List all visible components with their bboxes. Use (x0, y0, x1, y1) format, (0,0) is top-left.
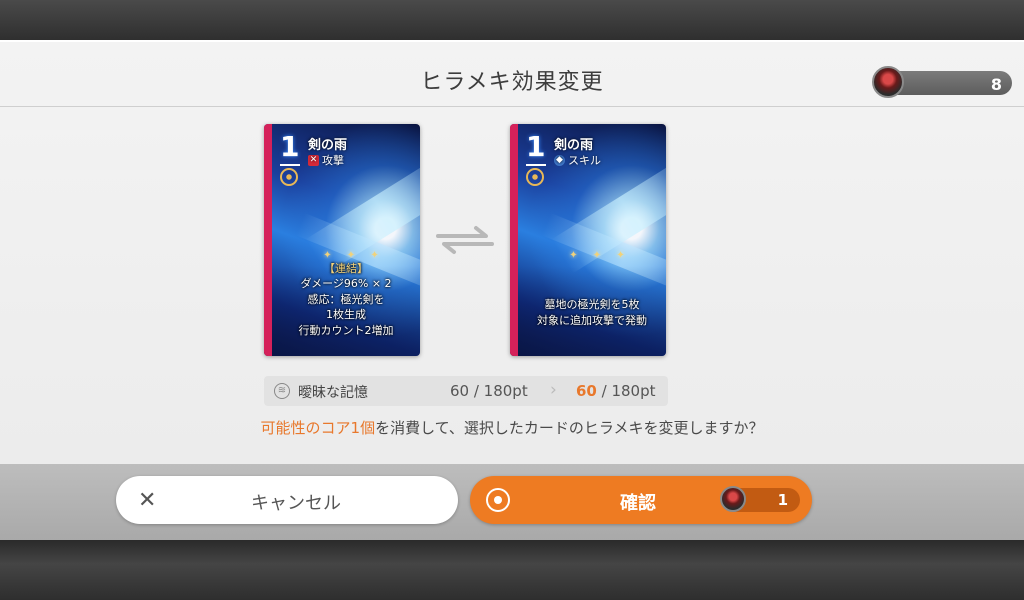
dialog-title: ヒラメキ効果変更 (420, 70, 604, 95)
card-desc-line: 墓地の極光剣を5枚 (544, 298, 640, 311)
card-name: 剣の雨 (554, 138, 594, 153)
confirm-question: 可能性のコア1個を消費して、選択したカードのヒラメキを変更しますか？ (0, 417, 1024, 438)
core-counter-bar: 8 (886, 71, 1012, 95)
card-description: 墓地の極光剣を5枚 対象に追加攻撃で発動 (520, 297, 664, 328)
chevron-right-icon: › (550, 380, 557, 400)
card-description: 【連結】 ダメージ96% × 2 感応：極光剣を 1枚生成 行動カウント2増加 (274, 261, 418, 339)
card-desc-line: ダメージ96% × 2 (300, 277, 392, 290)
memory-label: 曖昧な記憶 (298, 385, 368, 401)
skill-icon: ◆ (554, 154, 565, 166)
confirm-circle-icon (486, 488, 510, 512)
confirm-cost: 1 (720, 486, 800, 512)
sparkle-icon: ✦ ✦ ✦ (569, 250, 631, 261)
memory-after-current: 60 (576, 382, 597, 400)
memory-after: 60 / 180pt (576, 382, 656, 400)
cancel-button[interactable]: ✕ キャンセル (116, 476, 458, 524)
memory-after-max: / 180pt (596, 382, 656, 400)
core-counter: 8 (872, 66, 1012, 98)
card-before[interactable]: 1 剣の雨 ✕ 攻撃 ✦ ✦ ✦ 【連結】 ダメージ96% × 2 感応：極光剣… (264, 124, 420, 356)
card-cost: 1 (280, 130, 300, 163)
confirm-button[interactable]: 確認 1 (470, 476, 812, 524)
card-cost-underline (280, 164, 300, 166)
core-count: 8 (990, 75, 1002, 94)
card-after[interactable]: 1 剣の雨 ◆ スキル ✦ ✦ ✦ 墓地の極光剣を5枚 対象に追加攻撃で発動 (510, 124, 666, 356)
card-type: ◆ スキル (554, 152, 601, 168)
cancel-button-label: キャンセル (251, 493, 341, 514)
question-rest: を消費して、選択したカードのヒラメキを変更しますか？ (375, 419, 764, 437)
card-emblem-icon (526, 168, 544, 186)
core-icon (720, 486, 746, 512)
swap-arrow-icon (436, 226, 494, 254)
card-stripe (510, 124, 518, 356)
card-desc-line: 感応：極光剣を (307, 292, 385, 306)
dialog-panel: ヒラメキ効果変更 8 1 剣の雨 ✕ 攻撃 ✦ ✦ ✦ 【連結】 ダメージ96%… (0, 40, 1024, 466)
card-emblem-icon (280, 168, 298, 186)
confirm-button-label: 確認 (620, 493, 656, 514)
attack-icon: ✕ (308, 154, 319, 166)
background-bottom (0, 540, 1024, 600)
title-divider (0, 106, 1024, 107)
card-type-label: 攻撃 (322, 154, 344, 167)
card-type-label: スキル (568, 154, 601, 167)
confirm-cost-count: 1 (777, 491, 788, 509)
memory-icon: ≋ (274, 383, 290, 399)
core-icon (872, 66, 904, 98)
card-desc-line: 【連結】 (324, 261, 368, 275)
card-name: 剣の雨 (308, 138, 348, 153)
card-desc-line: 行動カウント2増加 (298, 323, 394, 337)
card-desc-line: 対象に追加攻撃で発動 (537, 313, 647, 327)
memory-before: 60 / 180pt (450, 382, 528, 400)
question-accent: 可能性のコア1個 (260, 419, 376, 437)
card-cost-underline (526, 164, 546, 166)
card-desc-line: 1枚生成 (326, 308, 366, 321)
card-stripe (264, 124, 272, 356)
memory-stat-row: ≋ 曖昧な記憶 60 / 180pt › 60 / 180pt (264, 376, 668, 406)
background-top (0, 0, 1024, 40)
card-cost: 1 (526, 130, 546, 163)
card-type: ✕ 攻撃 (308, 152, 344, 168)
